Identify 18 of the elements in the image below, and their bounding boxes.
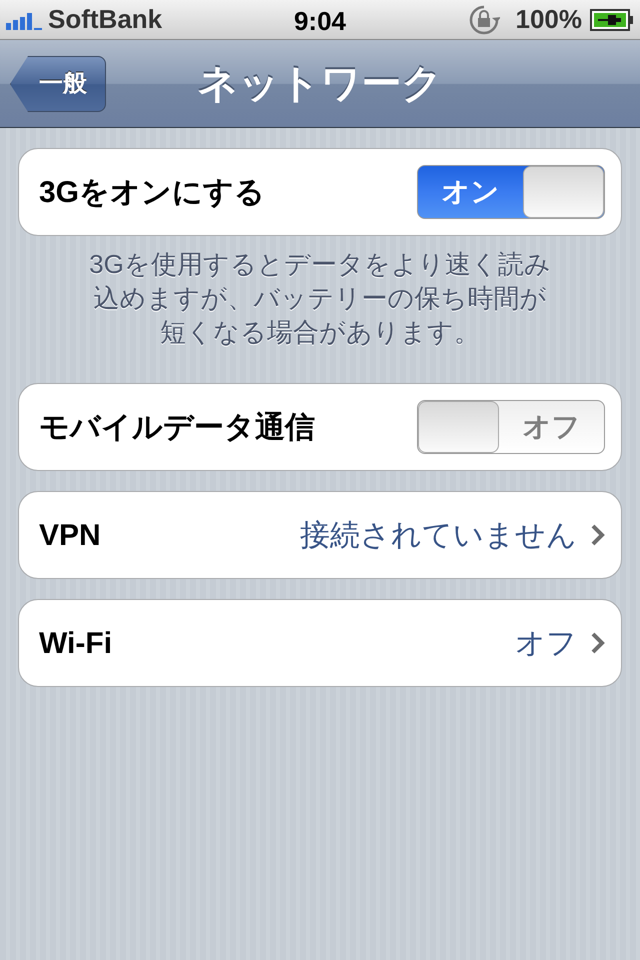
setting-label: VPN [39, 518, 101, 554]
screen-title: ネットワーク [198, 61, 442, 108]
clock-time: 9:04 [294, 5, 346, 38]
chevron-icon[interactable] [591, 524, 605, 546]
toggle-switch[interactable]: オフ [417, 400, 605, 454]
setting-label: Wi-Fi [39, 626, 112, 662]
carrier-name: SoftBank [48, 3, 162, 36]
setting-value: 接続されていません [300, 518, 577, 554]
battery-charging-icon [590, 8, 634, 30]
back-button[interactable]: 一般 [10, 56, 106, 112]
setting-label: モバイルデータ通信 [39, 410, 315, 446]
footer-note: 3Gを使用するとデータをより速く読み込めますが、バッテリーの保ち時間が短くなる場合があります。 [88, 248, 552, 349]
battery-percent: 100% [516, 3, 582, 36]
setting-label: 3Gをオンにする [39, 174, 266, 210]
setting-value: オフ [515, 626, 577, 662]
toggle-switch[interactable]: オン [417, 165, 605, 219]
chevron-icon[interactable] [591, 632, 605, 654]
rotation-lock-icon [468, 4, 500, 36]
